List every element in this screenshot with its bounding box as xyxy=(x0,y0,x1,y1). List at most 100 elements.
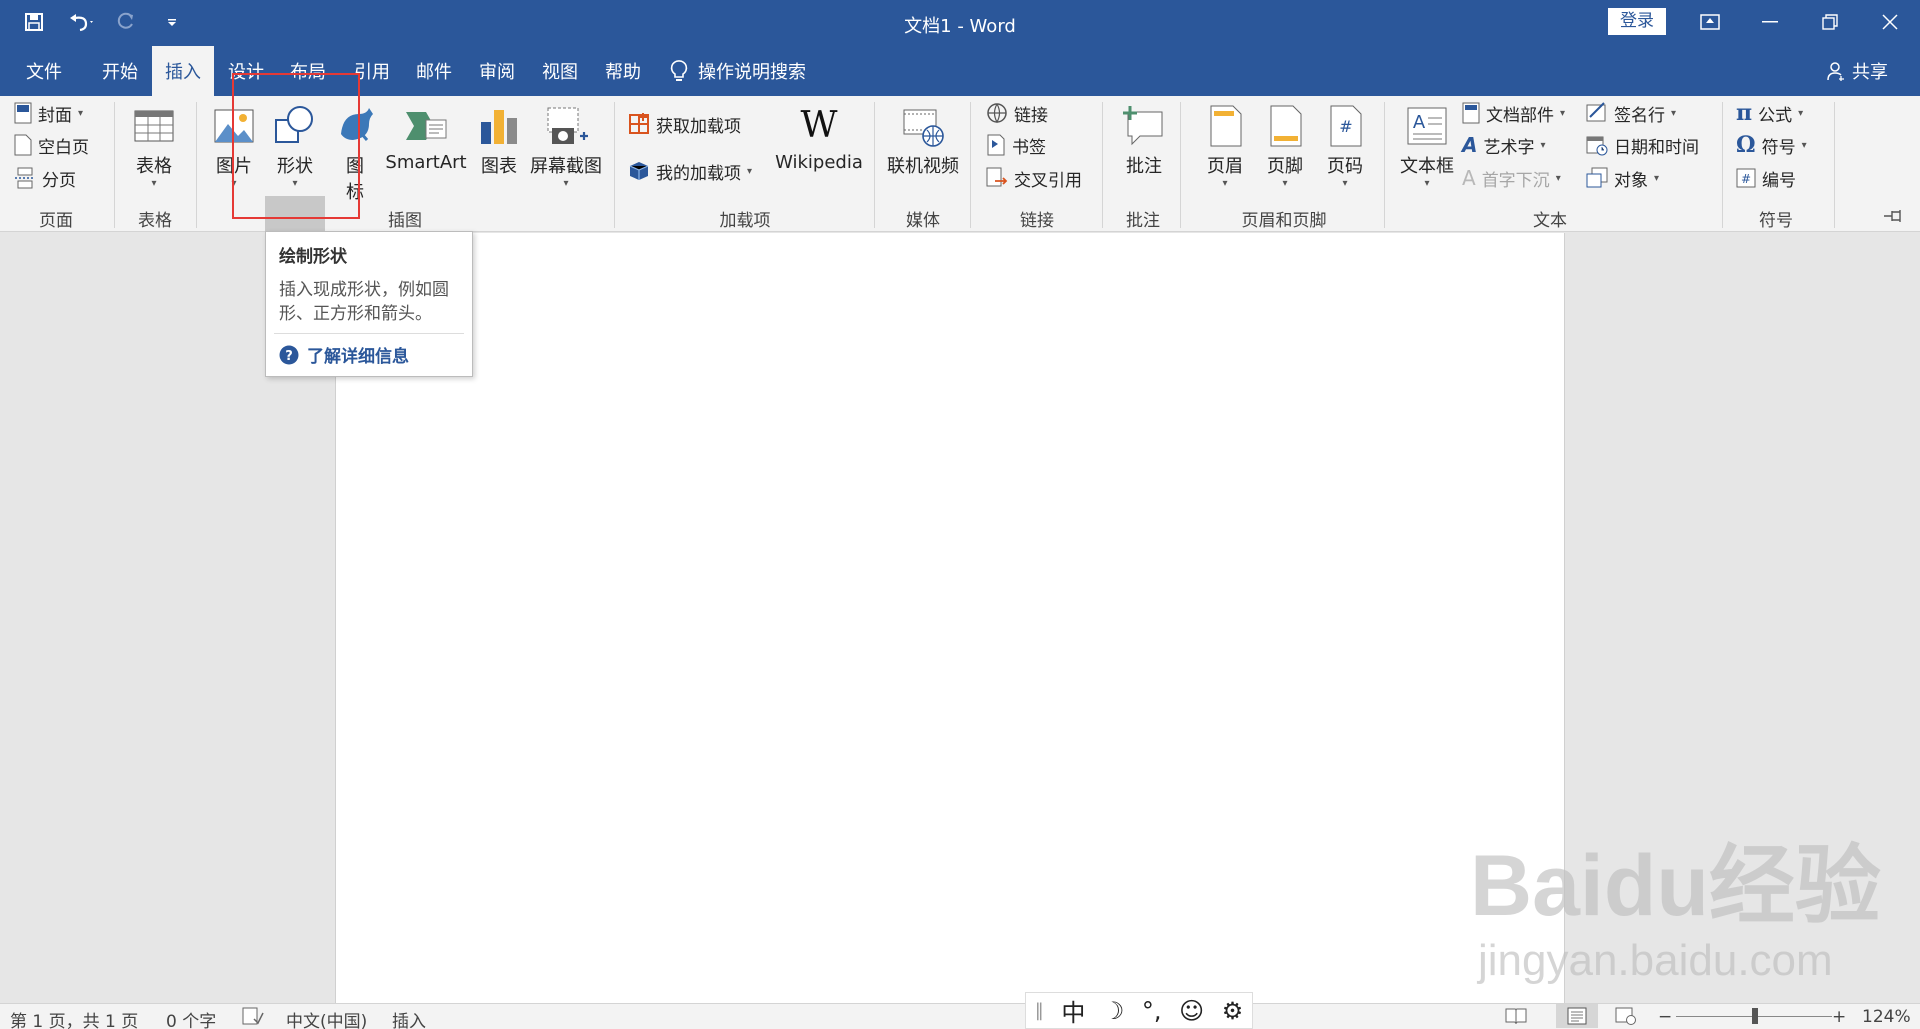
number-button[interactable]: # 编号 xyxy=(1736,165,1796,191)
login-button[interactable]: 登录 xyxy=(1608,8,1666,35)
close-icon[interactable] xyxy=(1860,0,1920,44)
zoom-slider-thumb[interactable] xyxy=(1752,1008,1758,1024)
cross-reference-icon xyxy=(986,167,1008,187)
symbol-button[interactable]: Ω 符号 ▾ xyxy=(1736,132,1807,158)
wordart-button[interactable]: A 艺术字 ▾ xyxy=(1462,132,1546,158)
online-video-icon xyxy=(903,109,944,147)
tab-mailings[interactable]: 邮件 xyxy=(404,46,464,96)
tab-view[interactable]: 视图 xyxy=(530,46,590,96)
wikipedia-button[interactable]: W Wikipedia xyxy=(772,104,866,173)
date-time-button[interactable]: 日期和时间 xyxy=(1586,132,1699,158)
cover-page-button[interactable]: 封面 ▾ xyxy=(14,100,83,126)
title-bar: 文档1 - Word 登录 xyxy=(0,0,1920,46)
zoom-level[interactable]: 124% xyxy=(1862,1007,1911,1027)
cover-page-icon xyxy=(14,102,32,124)
restore-icon[interactable] xyxy=(1800,0,1860,44)
watermark-logo: Baidu经验 xyxy=(1470,838,1881,934)
chart-icon xyxy=(481,110,517,144)
page-count[interactable]: 第 1 页，共 1 页 xyxy=(10,1007,138,1029)
blank-page-icon xyxy=(14,134,32,156)
help-icon: ? xyxy=(279,345,299,364)
calendar-clock-icon xyxy=(1586,136,1608,156)
zoom-out-icon[interactable]: − xyxy=(1658,1007,1672,1027)
signature-icon xyxy=(1586,102,1606,122)
highlight-box xyxy=(232,73,360,219)
document-page[interactable] xyxy=(335,233,1565,1003)
footer-icon xyxy=(1270,105,1302,147)
learn-more-link[interactable]: ? 了解详细信息 xyxy=(279,342,409,367)
proofing-icon[interactable] xyxy=(242,1007,264,1029)
tell-me-search[interactable]: 操作说明搜索 xyxy=(670,58,806,84)
lightbulb-icon xyxy=(670,60,688,81)
footer-button[interactable]: 页脚 ▾ xyxy=(1258,104,1312,189)
table-button[interactable]: 表格 ▾ xyxy=(128,104,180,189)
group-label-symbols: 符号 xyxy=(1759,211,1793,231)
online-video-button[interactable]: 联机视频 xyxy=(884,104,962,178)
my-addins-icon xyxy=(629,162,649,180)
ime-language[interactable]: 中 xyxy=(1061,993,1085,1028)
tab-review[interactable]: 审阅 xyxy=(467,46,527,96)
comment-button[interactable]: 批注 xyxy=(1118,104,1170,178)
person-icon xyxy=(1827,62,1844,81)
zoom-in-icon[interactable]: + xyxy=(1832,1007,1846,1027)
svg-text:A: A xyxy=(1413,112,1426,133)
chart-button[interactable]: 图表 xyxy=(474,104,524,178)
language-indicator[interactable]: 中文(中国) xyxy=(286,1007,367,1029)
object-button[interactable]: 对象 ▾ xyxy=(1586,165,1659,191)
group-label-pages: 页面 xyxy=(39,211,73,231)
tab-insert[interactable]: 插入 xyxy=(152,46,214,96)
get-addins-button[interactable]: 获取加载项 xyxy=(628,111,741,137)
share-button[interactable]: 共享 xyxy=(1826,58,1888,84)
equation-button[interactable]: π 公式 ▾ xyxy=(1736,100,1803,126)
emoji-icon[interactable]: ☺ xyxy=(1179,997,1204,1025)
read-mode-icon[interactable] xyxy=(1505,1007,1527,1029)
group-separator xyxy=(196,102,197,228)
page-number-button[interactable]: # 页码 ▾ xyxy=(1318,104,1372,189)
smartart-button[interactable]: SmartArt xyxy=(385,104,467,173)
textbox-button[interactable]: A 文本框 ▾ xyxy=(1394,104,1460,189)
tab-file[interactable]: 文件 xyxy=(14,46,74,96)
camera-icon xyxy=(547,107,588,144)
group-separator xyxy=(114,102,115,228)
link-button[interactable]: 链接 xyxy=(986,100,1048,126)
punctuation-icon[interactable]: °, xyxy=(1142,997,1162,1025)
my-addins-button[interactable]: 我的加载项 ▾ xyxy=(628,158,752,184)
group-label-addins: 加载项 xyxy=(719,211,771,231)
group-label-links: 链接 xyxy=(1020,211,1054,231)
link-globe-icon xyxy=(987,103,1007,124)
wordart-icon: A xyxy=(1462,133,1478,157)
group-separator xyxy=(1384,102,1385,228)
quick-parts-icon xyxy=(1462,102,1480,124)
bookmark-button[interactable]: 书签 xyxy=(986,132,1046,158)
ribbon-display-options-icon[interactable] xyxy=(1680,0,1740,44)
status-bar: 第 1 页，共 1 页 0 个字 中文(中国) 插入 − + 124% xyxy=(0,1003,1920,1029)
signature-line-button[interactable]: 签名行 ▾ xyxy=(1586,100,1676,126)
group-separator xyxy=(1102,102,1103,228)
dropcap-button[interactable]: A 首字下沉 ▾ xyxy=(1462,165,1561,191)
ime-drag-handle[interactable]: ‖ xyxy=(1035,1000,1044,1021)
table-icon xyxy=(134,110,174,142)
tab-home[interactable]: 开始 xyxy=(90,46,150,96)
svg-text:?: ? xyxy=(285,349,293,364)
settings-gear-icon[interactable]: ⚙ xyxy=(1222,997,1244,1025)
insert-mode[interactable]: 插入 xyxy=(392,1007,426,1029)
moon-icon[interactable]: ☽ xyxy=(1103,997,1125,1025)
tell-me-label: 操作说明搜索 xyxy=(698,62,806,83)
share-label: 共享 xyxy=(1852,62,1888,83)
quick-parts-button[interactable]: 文档部件 ▾ xyxy=(1462,100,1565,126)
pin-ribbon-icon[interactable] xyxy=(1882,208,1904,229)
bookmark-icon xyxy=(987,134,1005,156)
minimize-icon[interactable] xyxy=(1740,0,1800,44)
page-break-button[interactable]: 分页 xyxy=(14,165,76,191)
tooltip-divider xyxy=(274,333,464,334)
header-button[interactable]: 页眉 ▾ xyxy=(1198,104,1252,189)
word-count[interactable]: 0 个字 xyxy=(166,1007,216,1029)
print-layout-icon[interactable] xyxy=(1556,1004,1598,1028)
cross-reference-button[interactable]: 交叉引用 xyxy=(986,165,1082,191)
web-layout-icon[interactable] xyxy=(1615,1007,1637,1029)
blank-page-button[interactable]: 空白页 xyxy=(14,132,89,158)
window-controls xyxy=(1680,0,1920,44)
pi-icon: π xyxy=(1736,100,1753,126)
screenshot-button[interactable]: 屏幕截图 ▾ xyxy=(528,104,604,189)
tab-help[interactable]: 帮助 xyxy=(593,46,653,96)
